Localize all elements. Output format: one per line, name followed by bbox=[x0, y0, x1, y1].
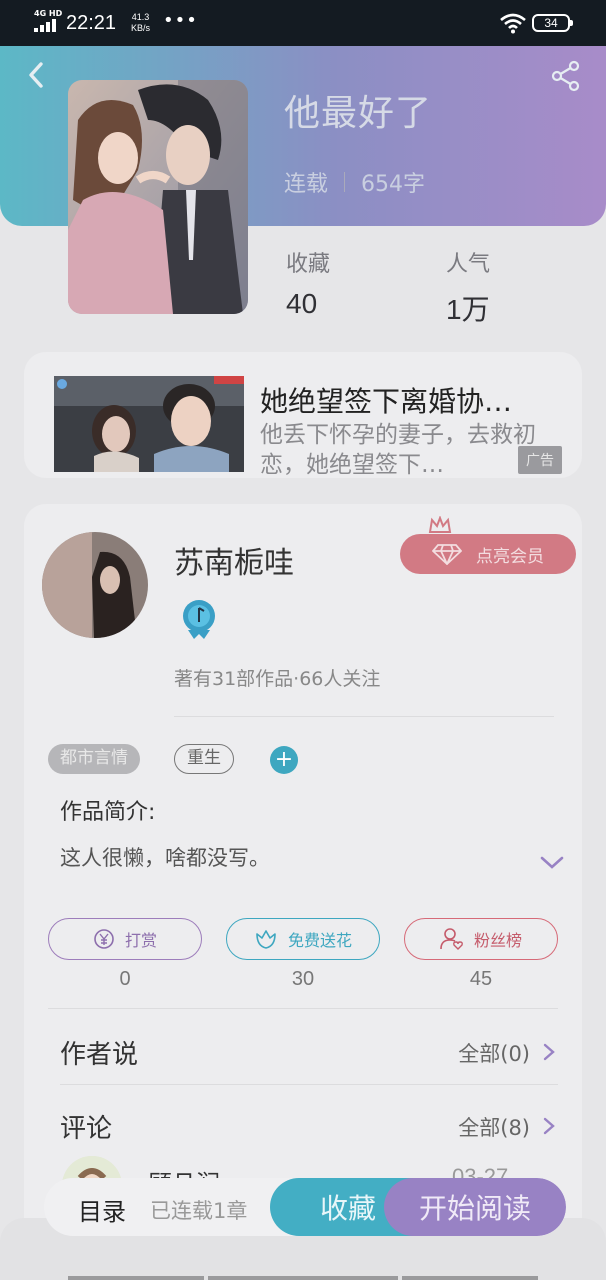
network-type: 4G HD bbox=[34, 9, 63, 18]
stat-value: 1万 bbox=[446, 294, 490, 325]
author-name[interactable]: 苏南栀哇 bbox=[174, 538, 294, 582]
fan-icon bbox=[440, 928, 463, 950]
author-stats: 著有31部作品·66人关注 bbox=[174, 668, 381, 690]
book-cover-image[interactable] bbox=[68, 80, 248, 314]
author-says-title: 作者说 bbox=[60, 1040, 139, 1070]
wifi-icon bbox=[500, 13, 526, 34]
bottom-action-bar: 目录 已连载1章 收藏 开始阅读 bbox=[44, 1178, 566, 1236]
serial-status: 连载 bbox=[284, 172, 329, 197]
catalog-button[interactable]: 目录 bbox=[78, 1192, 126, 1227]
fan-ranking-label: 粉丝榜 bbox=[473, 931, 522, 950]
stat-favorites: 收藏 40 bbox=[286, 246, 330, 320]
comments-all-link[interactable]: 全部(8) bbox=[458, 1112, 530, 1142]
favorites-label: 收藏 bbox=[319, 1192, 376, 1225]
tip-button[interactable]: 打赏 bbox=[48, 918, 202, 960]
divider bbox=[48, 1008, 558, 1009]
send-flower-label: 免费送花 bbox=[287, 931, 352, 950]
diamond-icon bbox=[432, 544, 462, 565]
genre-tag[interactable]: 都市言情 bbox=[48, 744, 140, 774]
stat-value: 40 bbox=[286, 288, 318, 319]
author-level-badge-icon bbox=[183, 600, 215, 639]
ad-description: 他丢下怀孕的妻子，去救初恋，她绝望签下… bbox=[260, 422, 536, 478]
add-tag-button[interactable]: + bbox=[270, 746, 298, 774]
divider bbox=[60, 1084, 558, 1085]
ad-title: 她绝望签下离婚协… bbox=[260, 385, 513, 418]
word-count: 654字 bbox=[361, 172, 426, 197]
stat-label: 收藏 bbox=[286, 252, 331, 277]
start-reading-label: 开始阅读 bbox=[418, 1192, 531, 1225]
chevron-right-icon[interactable] bbox=[542, 1042, 556, 1062]
clock: 22:21 bbox=[66, 12, 117, 34]
tab-indicator bbox=[68, 1276, 204, 1280]
tip-count: 0 bbox=[119, 968, 131, 990]
start-reading-button[interactable]: 开始阅读 bbox=[384, 1178, 566, 1236]
flower-icon bbox=[256, 930, 276, 949]
activate-vip-button[interactable]: 点亮会员 bbox=[400, 534, 576, 574]
ad-card[interactable]: 她绝望签下离婚协… 他丢下怀孕的妻子，去救初恋，她绝望签下… 广告 bbox=[24, 352, 582, 478]
stat-popularity: 人气 1万 bbox=[446, 246, 490, 328]
ad-label: 广告 bbox=[518, 446, 562, 474]
network-speed: 41.3 KB/s bbox=[131, 12, 151, 33]
comments-title: 评论 bbox=[60, 1114, 113, 1144]
chevron-right-icon[interactable] bbox=[542, 1116, 556, 1136]
book-detail-card: 苏南栀哇 点亮会员 著有31部作品·66人关注 都市言情 重生 + 作品简介: … bbox=[24, 504, 582, 1280]
battery-icon: 34 bbox=[532, 14, 573, 32]
fan-ranking-button[interactable]: 粉丝榜 bbox=[404, 918, 558, 960]
divider bbox=[174, 716, 554, 717]
fan-count: 45 bbox=[469, 968, 493, 990]
author-says-all-link[interactable]: 全部(0) bbox=[458, 1038, 530, 1068]
crown-icon bbox=[428, 516, 452, 533]
meta-divider bbox=[344, 172, 346, 192]
signal-icon bbox=[34, 19, 58, 32]
status-bar: 4G HD 22:21 41.3 KB/s ••• 34 bbox=[0, 0, 606, 46]
tip-label: 打赏 bbox=[124, 931, 157, 950]
more-notifications-icon: ••• bbox=[163, 10, 198, 31]
book-title: 他最好了 bbox=[284, 93, 433, 134]
chapter-status: 已连载1章 bbox=[150, 1199, 248, 1223]
vip-button-label: 点亮会员 bbox=[476, 546, 544, 567]
flower-count: 30 bbox=[291, 968, 315, 990]
intro-text: 这人很懒，啥都没写。 bbox=[60, 846, 270, 870]
expand-chevron-icon[interactable] bbox=[538, 854, 566, 872]
share-icon[interactable] bbox=[550, 60, 582, 92]
tab-indicator bbox=[208, 1276, 398, 1280]
back-chevron-icon[interactable] bbox=[24, 60, 48, 90]
genre-tag[interactable]: 重生 bbox=[174, 744, 234, 774]
send-flower-button[interactable]: 免费送花 bbox=[226, 918, 380, 960]
author-avatar[interactable] bbox=[42, 532, 148, 638]
book-meta: 连载 654字 bbox=[284, 166, 425, 198]
intro-title: 作品简介: bbox=[60, 800, 156, 825]
stat-label: 人气 bbox=[446, 252, 491, 277]
ad-thumbnail-image bbox=[54, 376, 244, 472]
coin-icon bbox=[94, 929, 114, 949]
tab-indicator bbox=[402, 1276, 538, 1280]
